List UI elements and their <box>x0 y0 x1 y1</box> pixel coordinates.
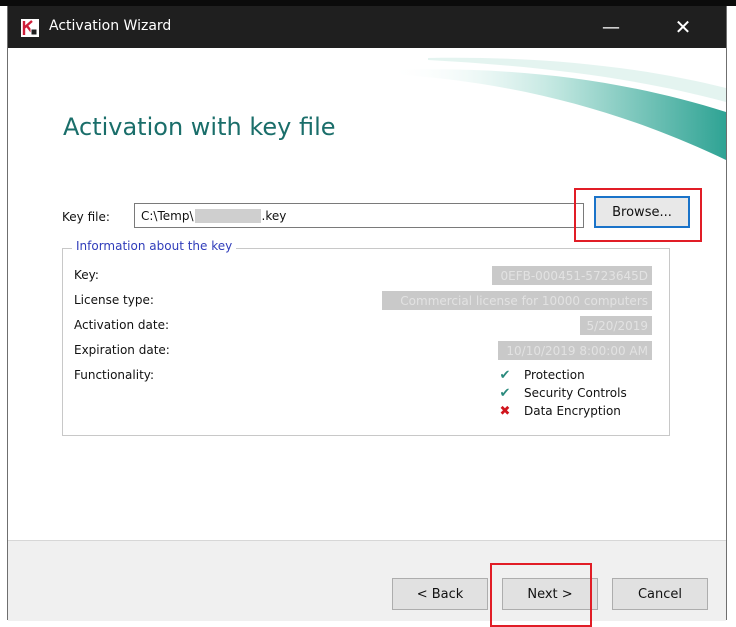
activation-wizard-window: Activation Wizard — ✕ Activation with ke… <box>7 6 727 627</box>
cancel-button[interactable]: Cancel <box>612 578 708 610</box>
activation-date-label: Activation date: <box>74 318 169 332</box>
activation-date-value: 5/20/2019 <box>580 316 652 335</box>
functionality-item-data-encryption: ✖ Data Encryption <box>496 403 621 419</box>
functionality-name: Protection <box>524 368 585 382</box>
key-value: 0EFB-000451-5723645D <box>492 266 652 285</box>
cross-icon: ✖ <box>499 403 511 419</box>
key-label: Key: <box>74 268 99 282</box>
redacted-path-segment <box>194 208 261 223</box>
functionality-item-security-controls: ✔ Security Controls <box>496 385 627 401</box>
key-file-label: Key file: <box>62 210 110 224</box>
kaspersky-logo-icon <box>21 19 39 37</box>
header-swoosh-decoration <box>388 57 726 160</box>
key-file-path-prefix: C:\Temp\ <box>141 208 194 223</box>
key-file-path-input[interactable]: C:\Temp\ .key <box>134 203 584 228</box>
functionality-name: Security Controls <box>524 386 627 400</box>
minimize-button[interactable]: — <box>588 6 634 48</box>
page-title: Activation with key file <box>63 113 336 141</box>
license-type-label: License type: <box>74 293 154 307</box>
license-type-value: Commercial license for 10000 computers <box>382 291 652 310</box>
checkmark-icon: ✔ <box>499 385 511 401</box>
back-button[interactable]: < Back <box>392 578 488 610</box>
functionality-label: Functionality: <box>74 368 155 382</box>
functionality-item-protection: ✔ Protection <box>496 367 585 383</box>
functionality-name: Data Encryption <box>524 404 621 418</box>
close-button[interactable]: ✕ <box>660 6 706 48</box>
expiration-date-label: Expiration date: <box>74 343 170 357</box>
wizard-content: Activation with key file Key file: C:\Te… <box>8 48 726 627</box>
window-title: Activation Wizard <box>49 18 172 34</box>
key-file-path-suffix: .key <box>261 208 287 223</box>
key-info-legend: Information about the key <box>72 239 237 253</box>
minimize-icon: — <box>602 16 620 38</box>
checkmark-icon: ✔ <box>499 367 511 383</box>
expiration-date-value: 10/10/2019 8:00:00 AM <box>498 341 652 360</box>
title-bar: Activation Wizard — ✕ <box>8 6 726 48</box>
close-icon: ✕ <box>674 15 692 39</box>
browse-button[interactable]: Browse... <box>594 196 690 228</box>
next-highlight-frame <box>490 563 592 627</box>
